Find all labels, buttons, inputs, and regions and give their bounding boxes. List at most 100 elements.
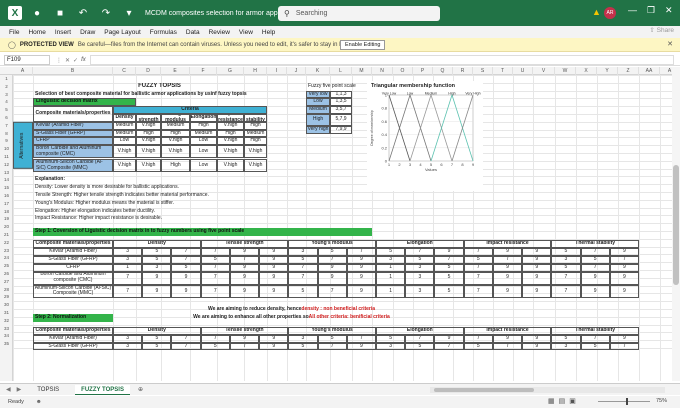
scale-value[interactable]: 1,3,5 — [330, 98, 352, 107]
linguistic-value[interactable]: Low — [190, 137, 217, 146]
column-header[interactable]: S — [473, 67, 493, 75]
fuzzy-value[interactable]: 9 — [346, 263, 376, 272]
fuzzy-value[interactable]: 9 — [522, 334, 552, 343]
fuzzy-value[interactable]: 7 — [551, 284, 581, 299]
fuzzy-value[interactable]: 9 — [142, 271, 172, 285]
linguistic-value[interactable]: Low — [190, 145, 217, 159]
column-header[interactable]: I — [267, 67, 287, 75]
formula-controls[interactable]: ⋮✕✓ — [56, 57, 81, 64]
fuzzy-value[interactable]: 7 — [580, 334, 610, 343]
criteria-header[interactable]: Tensile strength — [200, 326, 289, 335]
fuzzy-value[interactable]: 9 — [522, 263, 552, 272]
linguistic-value[interactable]: High — [136, 129, 161, 138]
explanation-line[interactable]: Density: Lower density is more desirable… — [33, 184, 330, 192]
fuzzy-value[interactable]: 7 — [288, 271, 318, 285]
menu-file[interactable]: File — [9, 29, 19, 36]
column-header[interactable]: B — [33, 67, 113, 75]
redo-icon[interactable]: ↷ — [98, 5, 114, 21]
menu-home[interactable]: Home — [28, 29, 45, 36]
fuzzy-value[interactable]: 5 — [288, 255, 318, 264]
row-header[interactable]: 5 — [0, 106, 13, 114]
fuzzy-value[interactable]: 5 — [317, 248, 347, 256]
criteria-header[interactable]: Thermal stability — [551, 240, 639, 249]
fuzzy-value[interactable]: 7 — [113, 271, 143, 285]
fuzzy-value[interactable]: 7 — [405, 248, 435, 256]
fuzzy-value[interactable]: 7 — [200, 248, 230, 256]
membership-chart[interactable]: Triangular membership function 0 0.2 0.4 0.… — [367, 81, 483, 191]
fuzzy-value[interactable]: 1 — [376, 271, 406, 285]
row-header[interactable]: 15 — [0, 184, 13, 192]
fuzzy-value[interactable]: 9 — [609, 284, 639, 299]
row-header[interactable]: 22 — [0, 239, 13, 247]
fuzzy-value[interactable]: 9 — [317, 271, 347, 285]
linguistic-value[interactable]: V.high — [217, 137, 244, 146]
fuzzy-value[interactable]: 9 — [609, 334, 639, 343]
row-header[interactable]: 6 — [0, 114, 13, 122]
fuzzy-value[interactable]: 9 — [580, 271, 610, 285]
fuzzy-value[interactable]: 7 — [113, 284, 143, 299]
criteria-label[interactable]: Criteria — [113, 106, 267, 114]
column-header[interactable]: X — [576, 67, 597, 75]
column-header[interactable]: U — [513, 67, 533, 75]
fuzzy-value[interactable]: 9 — [434, 334, 464, 343]
criteria-header[interactable]: Elongation — [376, 326, 464, 335]
fuzzy-value[interactable]: 7 — [171, 248, 201, 256]
linguistic-value[interactable]: V.high — [136, 137, 161, 146]
criteria-header[interactable]: Young's modulus — [288, 240, 376, 249]
fuzzy-value[interactable]: 9 — [171, 284, 201, 299]
fuzzy-value[interactable]: 9 — [229, 248, 260, 256]
row-header[interactable]: 12 — [0, 161, 13, 169]
explanation-line[interactable]: Tensile Strength: Higher tensile strengt… — [33, 192, 330, 200]
fuzzy-value[interactable]: 9 — [609, 263, 639, 272]
fuzzy-value[interactable]: 9 — [492, 334, 523, 343]
fuzzy-value[interactable]: 5 — [171, 263, 201, 272]
linguistic-value[interactable]: V.high — [136, 145, 161, 159]
fuzzy-value[interactable]: 7 — [434, 255, 464, 264]
fuzzy-value[interactable]: 5 — [551, 263, 581, 272]
fuzzy-value[interactable]: 7 — [609, 255, 639, 264]
fuzzy-value[interactable]: 1 — [376, 284, 406, 299]
linguistic-value[interactable]: Medium — [244, 129, 267, 138]
linguistic-value[interactable]: V.high — [217, 145, 244, 159]
fuzzy-value[interactable]: 3 — [113, 334, 143, 343]
fuzzy-value[interactable]: 5 — [376, 334, 406, 343]
column-header[interactable]: F — [190, 67, 217, 75]
column-header[interactable]: N — [372, 67, 393, 75]
view-buttons[interactable]: ▦▤▣ — [548, 397, 580, 405]
fuzzy-value[interactable]: 7 — [609, 342, 639, 351]
criteria-header[interactable]: Density — [113, 240, 201, 249]
row-header[interactable]: 27 — [0, 278, 13, 286]
alternative-name[interactable]: Kevlar (Aramid Fiber) — [33, 248, 113, 256]
tab-topsis[interactable]: TOPSIS — [31, 385, 65, 395]
fuzzy-value[interactable]: 7 — [492, 342, 523, 351]
fuzzy-value[interactable]: 9 — [259, 271, 289, 285]
fuzzy-value[interactable]: 9 — [346, 271, 376, 285]
step1-label[interactable]: Step 1: Coversion of Liguistic decision … — [33, 227, 372, 236]
name-box[interactable]: F109 — [4, 55, 50, 65]
column-header[interactable]: H — [244, 67, 267, 75]
decision-matrix-label[interactable]: Linguistic decision matrix — [33, 98, 136, 107]
alternative-name[interactable]: CFRP — [33, 137, 113, 146]
alternative-name[interactable]: Aluminum-Silicon Carbide (Al-SiC) Compos… — [33, 159, 113, 173]
menu-data[interactable]: Data — [186, 29, 200, 36]
fuzzy-value[interactable]: 9 — [522, 255, 552, 264]
horizontal-scroll-thumb[interactable] — [434, 388, 534, 392]
fuzzy-value[interactable]: 5 — [551, 248, 581, 256]
row-header[interactable]: 29 — [0, 293, 13, 301]
vertical-scrollbar[interactable] — [672, 67, 680, 381]
column-header[interactable]: AA — [639, 67, 660, 75]
row-header[interactable]: 24 — [0, 254, 13, 262]
fuzzy-value[interactable]: 3 — [405, 284, 435, 299]
scale-label[interactable]: Very low — [306, 90, 330, 99]
search-box[interactable]: ⚲ Searching — [278, 6, 440, 21]
fuzzy-value[interactable]: 5 — [142, 334, 172, 343]
fuzzy-value[interactable]: 5 — [317, 334, 347, 343]
column-header[interactable]: J — [287, 67, 306, 75]
alternative-name[interactable]: S-Glass Fiber (GFRP) — [33, 255, 113, 264]
fuzzy-value[interactable]: 3 — [551, 342, 581, 351]
fuzzy-value[interactable]: 3 — [405, 271, 435, 285]
step2-label[interactable]: Step 2: Normalization — [33, 314, 113, 323]
fuzzy-value[interactable]: 1 — [376, 263, 406, 272]
scale-value[interactable]: 3,5,7 — [330, 106, 352, 114]
column-header[interactable]: P — [413, 67, 433, 75]
